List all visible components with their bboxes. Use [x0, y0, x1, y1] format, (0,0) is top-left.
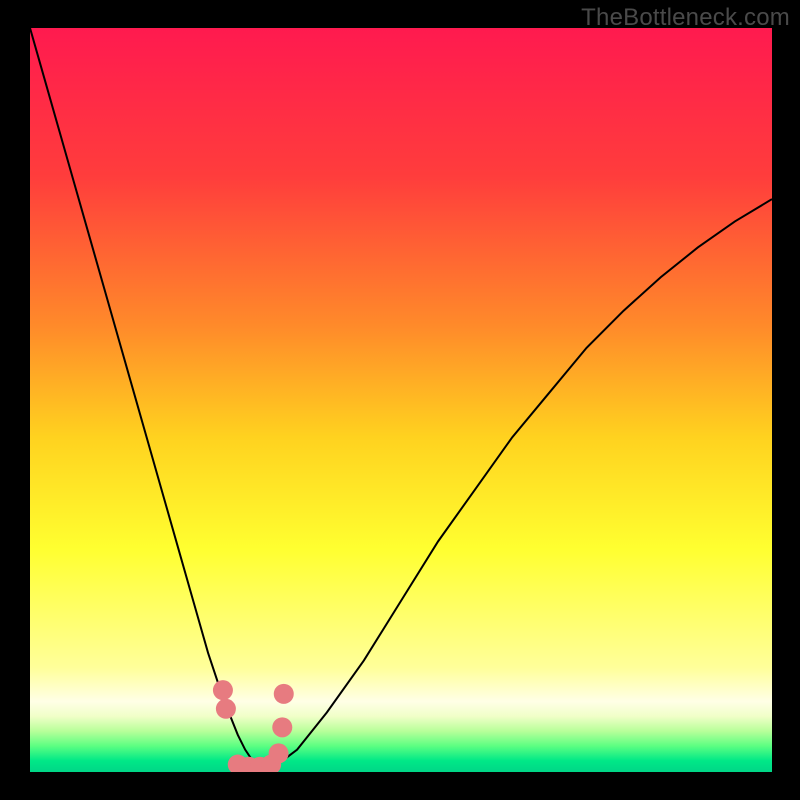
chart-frame: TheBottleneck.com: [0, 0, 800, 800]
plot-background: [30, 28, 772, 772]
chart-svg: [0, 0, 800, 800]
marker-dot: [272, 717, 292, 737]
marker-dot: [216, 699, 236, 719]
marker-dot: [274, 684, 294, 704]
watermark-text: TheBottleneck.com: [581, 4, 790, 32]
marker-dot: [269, 743, 289, 763]
marker-dot: [213, 680, 233, 700]
